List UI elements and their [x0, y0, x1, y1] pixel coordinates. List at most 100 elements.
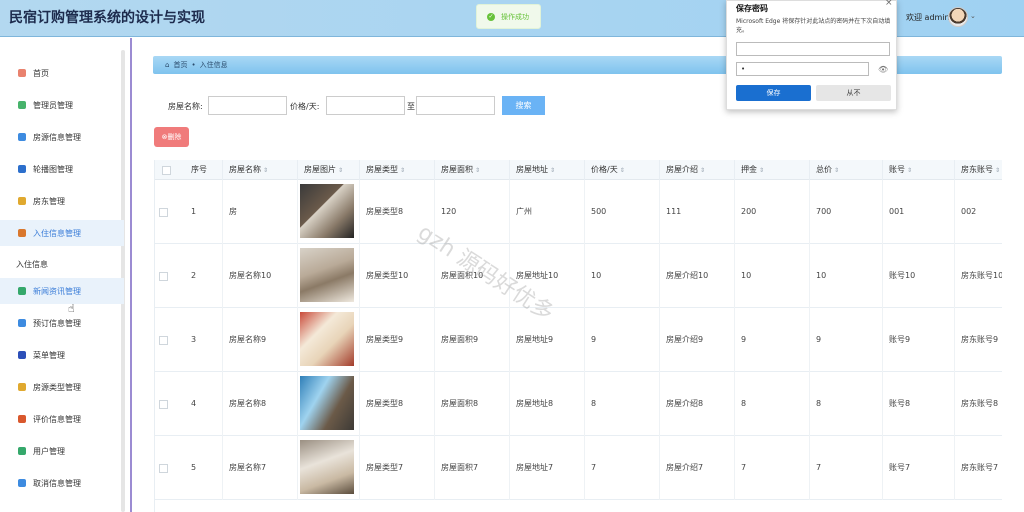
table-cell: 房屋面积8 — [435, 372, 510, 436]
table-row[interactable]: 2 房屋名称10 房屋类型10 房屋面积10 房屋地址10 10 房屋介绍10 10 10 账号1… — [155, 244, 1002, 308]
column-header[interactable]: 房屋面积 ⇕ — [435, 160, 510, 180]
password-field[interactable]: • — [736, 62, 869, 76]
column-header[interactable]: 房东账号 ⇕ — [955, 160, 1002, 180]
row-checkbox[interactable] — [159, 272, 168, 281]
table-cell: 房东账号9 — [955, 308, 1002, 372]
price-max-input[interactable] — [416, 96, 495, 115]
table-cell: 房屋名称8 — [223, 372, 298, 436]
table-cell: 房屋地址7 — [510, 436, 585, 500]
column-header[interactable]: 价格/天 ⇕ — [585, 160, 660, 180]
sidebar-item-a-5[interactable]: 入住信息管理 — [0, 220, 124, 246]
never-button[interactable]: 从不 — [816, 85, 891, 101]
table-cell: 房屋介绍7 — [660, 436, 735, 500]
table-cell: 房屋面积9 — [435, 308, 510, 372]
save-password-popup: 保存密码 × Microsoft Edge 将保存针对此站点的密码并在下次自动填… — [726, 0, 897, 110]
sidebar-item-b-1[interactable]: 预订信息管理 — [0, 310, 124, 336]
table-cell: 7 — [585, 436, 660, 500]
column-header: 序号 — [185, 160, 223, 180]
table-cell: 200 — [735, 180, 810, 244]
sidebar-item-a-0[interactable]: 首页 — [0, 60, 124, 86]
table-row[interactable]: 5 房屋名称7 房屋类型7 房屋面积7 房屋地址7 7 房屋介绍7 7 7 账号7 房东账号7 — [155, 436, 1002, 500]
sidebar-group-label: 入住信息 — [16, 260, 48, 269]
table-cell: 房屋类型9 — [360, 308, 435, 372]
name-filter-input[interactable] — [208, 96, 287, 115]
row-checkbox[interactable] — [159, 464, 168, 473]
sort-icon[interactable]: ⇕ — [263, 167, 268, 174]
column-header[interactable]: 总价 ⇕ — [810, 160, 883, 180]
column-header[interactable]: 房屋名称 ⇕ — [223, 160, 298, 180]
column-header[interactable]: 房屋地址 ⇕ — [510, 160, 585, 180]
table-cell: 2 — [185, 244, 223, 308]
sort-icon[interactable]: ⇕ — [907, 167, 912, 174]
breadcrumb-home[interactable]: 首页 — [173, 60, 187, 70]
username-field[interactable] — [736, 42, 890, 56]
chevron-down-icon[interactable]: ⌄ — [970, 12, 976, 20]
sidebar-item-a-3[interactable]: 轮播图管理 — [0, 156, 124, 182]
name-filter-label: 房屋名称: — [168, 102, 203, 111]
select-all-checkbox[interactable] — [162, 166, 171, 175]
column-header[interactable]: 房屋图片 ⇕ — [298, 160, 360, 180]
sort-icon[interactable]: ⇕ — [759, 167, 764, 174]
table-cell: 广州 — [510, 180, 585, 244]
table-cell: 房屋介绍10 — [660, 244, 735, 308]
home-icon: ⌂ — [165, 61, 170, 69]
sort-icon[interactable]: ⇕ — [700, 167, 705, 174]
column-header[interactable]: 房屋介绍 ⇕ — [660, 160, 735, 180]
sort-icon[interactable]: ⇕ — [550, 167, 555, 174]
table-cell: 房屋类型7 — [360, 436, 435, 500]
sidebar-item-b-0[interactable]: 新闻资讯管理 — [0, 278, 124, 304]
table-row[interactable]: 3 房屋名称9 房屋类型9 房屋面积9 房屋地址9 9 房屋介绍9 9 9 账号9 房东账号9 — [155, 308, 1002, 372]
column-header[interactable]: 账号 ⇕ — [883, 160, 955, 180]
table-row[interactable]: 4 房屋名称8 房屋类型8 房屋面积8 房屋地址8 8 房屋介绍8 8 8 账号8 房东账号8 — [155, 372, 1002, 436]
table-cell: 001 — [883, 180, 955, 244]
menu-icon — [18, 319, 26, 327]
column-header[interactable]: 押金 ⇕ — [735, 160, 810, 180]
sidebar-item-b-5[interactable]: 用户管理 — [0, 438, 124, 464]
column-header[interactable]: 房屋类型 ⇕ — [360, 160, 435, 180]
sidebar-item-label: 轮播图管理 — [33, 164, 73, 174]
sidebar-item-a-2[interactable]: 房源信息管理 — [0, 124, 124, 150]
delete-button[interactable]: ⊗ 删除 — [154, 127, 189, 147]
popup-title: 保存密码 — [736, 4, 768, 13]
table-cell: 500 — [585, 180, 660, 244]
sidebar-item-a-1[interactable]: 管理员管理 — [0, 92, 124, 118]
sort-icon[interactable]: ⇕ — [475, 167, 480, 174]
column-header-label: 房屋名称 — [229, 165, 261, 174]
price-min-input[interactable] — [326, 96, 405, 115]
sidebar-item-b-3[interactable]: 房源类型管理 — [0, 374, 124, 400]
sort-icon[interactable]: ⇕ — [834, 167, 839, 174]
table-cell: 8 — [585, 372, 660, 436]
column-header-label: 房屋类型 — [366, 165, 398, 174]
table-cell: 房东账号7 — [955, 436, 1002, 500]
sort-icon[interactable]: ⇕ — [400, 167, 405, 174]
table-cell: 房屋介绍9 — [660, 308, 735, 372]
table-cell: 10 — [810, 244, 883, 308]
table-cell: 8 — [735, 372, 810, 436]
eye-icon[interactable]: 👁 — [878, 65, 888, 74]
table-cell: 房东账号8 — [955, 372, 1002, 436]
row-checkbox[interactable] — [159, 400, 168, 409]
table-row[interactable]: 1 房房屋类型8 120 广州 500 111 200 700 001 002 — [155, 180, 1002, 244]
table-cell: 房屋介绍8 — [660, 372, 735, 436]
sort-icon[interactable]: ⇕ — [995, 167, 1000, 174]
avatar[interactable] — [948, 7, 968, 27]
table-cell: 账号10 — [883, 244, 955, 308]
sidebar-item-label: 菜单管理 — [33, 350, 65, 360]
sidebar-item-b-6[interactable]: 取消信息管理 — [0, 470, 124, 496]
sidebar-item-b-4[interactable]: 评价信息管理 — [0, 406, 124, 432]
sort-icon[interactable]: ⇕ — [338, 167, 343, 174]
search-button[interactable]: 搜索 — [502, 96, 545, 115]
popup-description: Microsoft Edge 将保存针对此站点的密码并在下次自动填充。 — [736, 18, 891, 34]
sidebar-item-b-2[interactable]: 菜单管理 — [0, 342, 124, 368]
close-icon[interactable]: × — [885, 0, 893, 8]
table-cell: 3 — [185, 308, 223, 372]
room-image — [300, 248, 354, 302]
sidebar-item-label: 入住信息管理 — [33, 228, 81, 238]
save-password-button[interactable]: 保存 — [736, 85, 811, 101]
table-header: 序号 房屋名称 ⇕ 房屋图片 ⇕ 房屋类型 ⇕ 房屋面积 ⇕ 房屋地址 ⇕ 价格/天 ⇕ 房屋介绍 ⇕ 押金 ⇕… — [155, 160, 1002, 180]
row-checkbox[interactable] — [159, 336, 168, 345]
room-image — [300, 184, 354, 238]
sidebar-item-a-4[interactable]: 房东管理 — [0, 188, 124, 214]
sort-icon[interactable]: ⇕ — [620, 167, 625, 174]
row-checkbox[interactable] — [159, 208, 168, 217]
